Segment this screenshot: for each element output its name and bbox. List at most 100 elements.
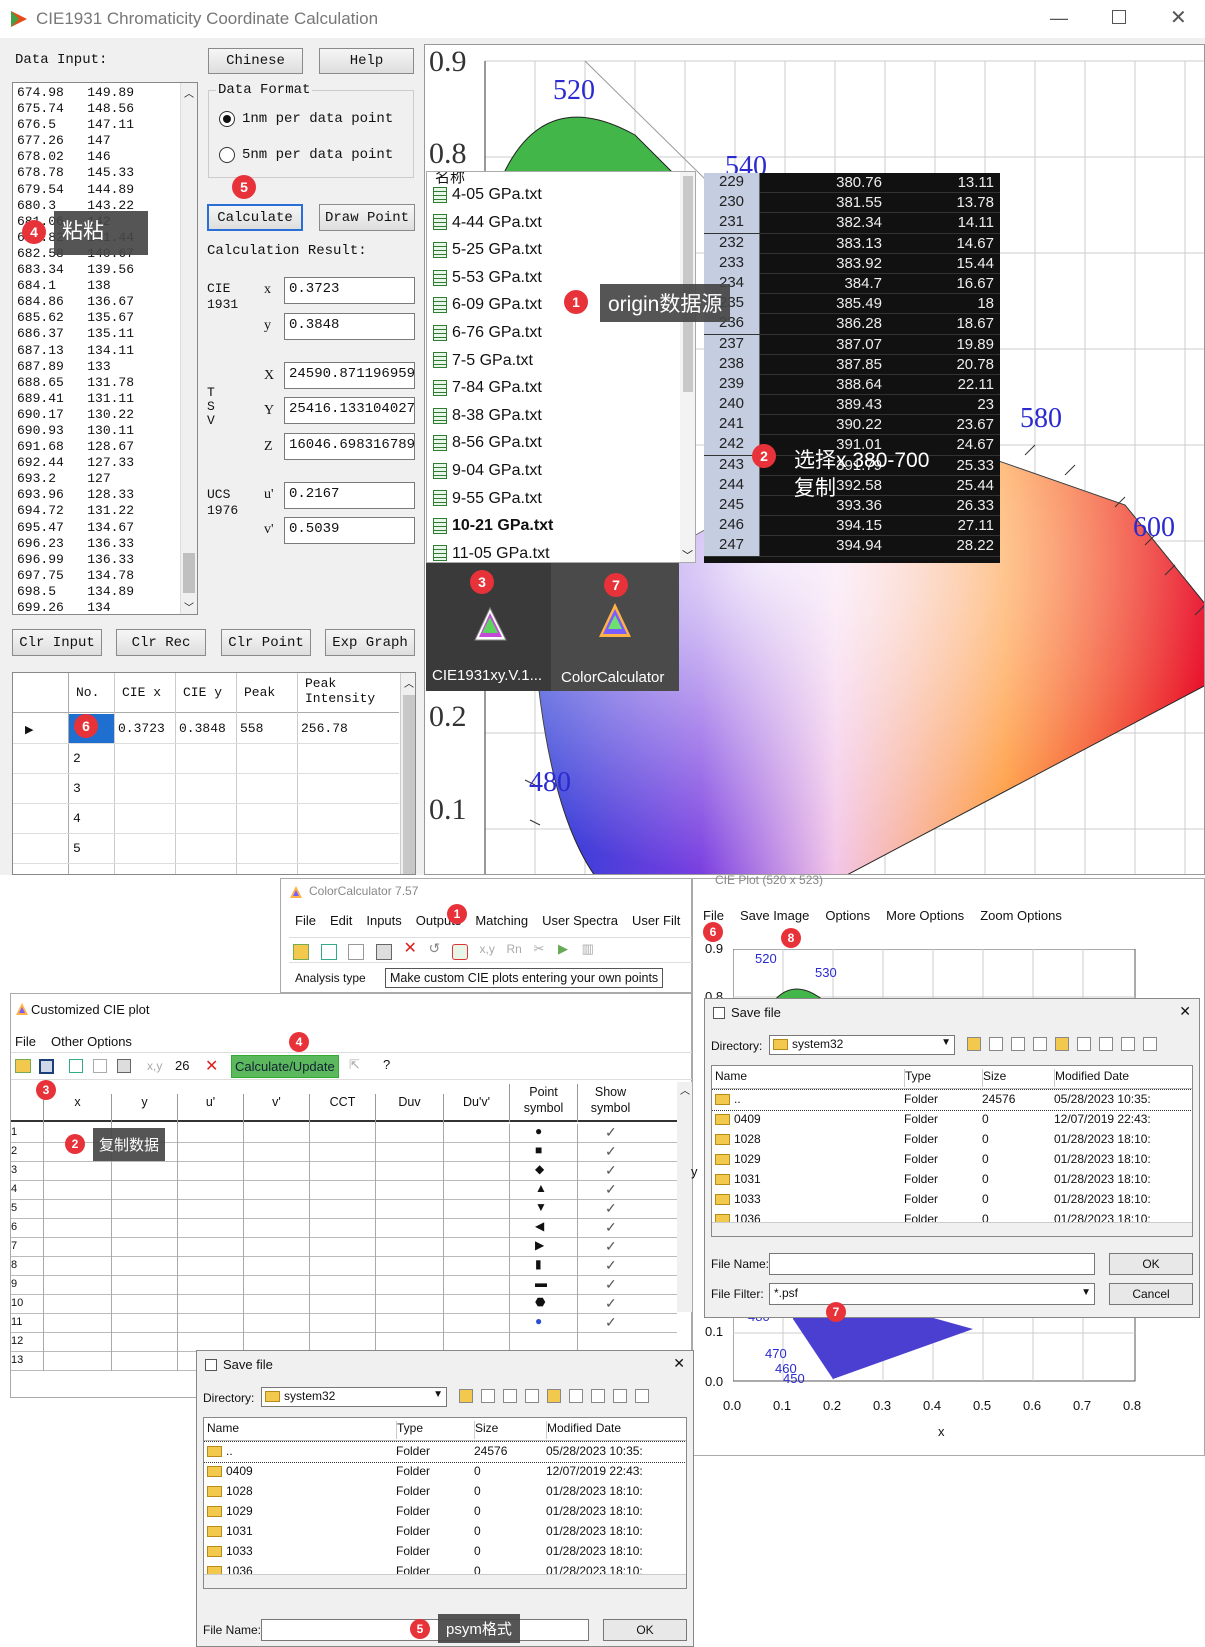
file-item[interactable]: 7-84 GPa.txt xyxy=(433,379,678,407)
tsv-z-field[interactable]: 16046.6983167893 xyxy=(284,433,415,460)
point-symbol[interactable]: ▶ xyxy=(535,1238,544,1252)
scrollbar[interactable]: ︿ ﹀ xyxy=(180,83,197,614)
cie-x-field[interactable]: 0.3723 xyxy=(284,277,415,304)
chevron-up-icon[interactable]: ︿ xyxy=(680,1082,690,1097)
file-list-scrollbar[interactable]: ﹀ xyxy=(680,172,695,562)
copy-icon[interactable] xyxy=(348,943,365,960)
file-col-header[interactable]: Modified Date xyxy=(547,1421,686,1439)
up-folder-icon[interactable] xyxy=(967,1037,981,1051)
show-symbol-check-icon[interactable]: ✓ xyxy=(605,1295,617,1312)
maximize-icon[interactable] xyxy=(1112,10,1126,24)
folder-row[interactable]: 1033 Folder 0 01/28/2023 18:10: xyxy=(712,1190,1192,1210)
copy-icon[interactable] xyxy=(93,1059,107,1073)
point-symbol[interactable]: ◆ xyxy=(535,1162,544,1176)
list-view-icon[interactable] xyxy=(1077,1037,1091,1051)
grid-row[interactable]: 3 ◆ ✓ xyxy=(11,1162,677,1181)
cieplot-menu-item[interactable]: Save Image xyxy=(740,908,809,923)
grid-row[interactable]: 8 ▮ ✓ xyxy=(11,1257,677,1276)
file-item[interactable]: 8-56 GPa.txt xyxy=(433,434,678,462)
file-item[interactable]: 10-21 GPa.txt xyxy=(433,517,678,545)
tb-xy-custom[interactable]: x,y xyxy=(147,1059,162,1073)
delete-icon[interactable] xyxy=(1143,1037,1157,1051)
undo-icon[interactable]: ↺ xyxy=(429,940,441,956)
file-item[interactable]: 5-25 GPa.txt xyxy=(433,241,678,269)
show-symbol-check-icon[interactable]: ✓ xyxy=(605,1238,617,1255)
file-col-header[interactable]: Type xyxy=(905,1069,983,1087)
cieplot-menu-item[interactable]: Options xyxy=(825,908,870,923)
tb-xy[interactable]: x,y xyxy=(480,942,495,956)
file-item[interactable]: 11-05 GPa.txt xyxy=(433,545,678,562)
chinese-button[interactable]: Chinese xyxy=(208,48,303,74)
ucs-u-field[interactable]: 0.2167 xyxy=(284,482,415,509)
sort-icon[interactable] xyxy=(591,1389,605,1403)
open-folder-icon[interactable] xyxy=(293,943,309,960)
cc-menu-item[interactable]: File xyxy=(295,913,316,928)
delete-icon[interactable]: ✕ xyxy=(205,1056,218,1076)
cc-menu-item[interactable]: Edit xyxy=(330,913,352,928)
point-symbol[interactable]: ● xyxy=(535,1124,542,1138)
file-item[interactable]: 6-76 GPa.txt xyxy=(433,324,678,352)
minimize-icon[interactable]: — xyxy=(1050,8,1068,29)
cieplot-menu-item[interactable]: File xyxy=(703,908,724,923)
close-icon[interactable]: ✕ xyxy=(1170,5,1187,30)
file-item[interactable]: 4-05 GPa.txt xyxy=(433,186,678,214)
menu-file[interactable]: File xyxy=(15,1034,36,1049)
calculate-update-button[interactable]: Calculate/Update xyxy=(231,1055,339,1078)
pointer-icon[interactable]: ⇱ xyxy=(349,1057,360,1073)
file-item[interactable]: 7-5 GPa.txt xyxy=(433,352,678,380)
ok-button[interactable]: OK xyxy=(603,1619,687,1641)
cancel-button[interactable]: Cancel xyxy=(1109,1283,1193,1305)
folder-row[interactable]: 0409 Folder 0 12/07/2019 22:43: xyxy=(712,1110,1192,1130)
chevron-down-icon[interactable]: ▼ xyxy=(1081,1287,1091,1298)
file-item[interactable]: 9-04 GPa.txt xyxy=(433,462,678,490)
chevron-down-icon[interactable]: ﹀ xyxy=(184,599,194,614)
file-col-header[interactable]: Name xyxy=(715,1069,905,1087)
draw-point-button[interactable]: Draw Point xyxy=(319,204,415,231)
grid-row[interactable]: 9 ▬ ✓ xyxy=(11,1276,677,1295)
show-symbol-check-icon[interactable]: ✓ xyxy=(605,1143,617,1160)
sheet-row[interactable]: 246 394.15 27.11 xyxy=(704,516,1000,537)
grid-row[interactable]: 5 ▼ ✓ xyxy=(11,1200,677,1219)
sheet-row[interactable]: 238 387.85 20.78 xyxy=(704,354,1000,375)
sheet-row[interactable]: 233 383.92 15.44 xyxy=(704,253,1000,274)
cieplot-menu-item[interactable]: More Options xyxy=(886,908,964,923)
up-folder-icon[interactable] xyxy=(459,1389,473,1403)
clr-rec-button[interactable]: Clr Rec xyxy=(116,629,206,656)
chevron-up-icon[interactable]: ︿ xyxy=(184,85,194,100)
show-symbol-check-icon[interactable]: ✓ xyxy=(605,1314,617,1331)
sheet-row[interactable]: 235 385.49 18 xyxy=(704,294,1000,315)
radio-1nm[interactable] xyxy=(219,111,235,127)
cc-menu-item[interactable]: Inputs xyxy=(366,913,401,928)
grid-row[interactable]: 4 ▲ ✓ xyxy=(11,1181,677,1200)
show-symbol-check-icon[interactable]: ✓ xyxy=(605,1276,617,1293)
grid-row[interactable]: 10 ⬣ ✓ xyxy=(11,1295,677,1314)
grid-row[interactable]: 6 ◀ ✓ xyxy=(11,1219,677,1238)
grid-row[interactable]: 11 ● ✓ xyxy=(11,1314,677,1333)
clr-point-button[interactable]: Clr Point xyxy=(221,629,311,656)
clr-input-button[interactable]: Clr Input xyxy=(12,629,102,656)
chevron-up-icon[interactable]: ︿ xyxy=(404,675,414,690)
folder-row[interactable]: .. Folder 24576 05/28/2023 10:35: xyxy=(712,1089,1192,1111)
paste-icon[interactable] xyxy=(117,1059,131,1073)
cieplot-menu-item[interactable]: Zoom Options xyxy=(980,908,1062,923)
folder-row[interactable]: 1029 Folder 0 01/28/2023 18:10: xyxy=(204,1502,686,1522)
show-symbol-check-icon[interactable]: ✓ xyxy=(605,1200,617,1217)
horizontal-scrollbar[interactable] xyxy=(712,1222,1192,1236)
folder-row[interactable]: 1031 Folder 0 01/28/2023 18:10: xyxy=(204,1522,686,1542)
close-icon[interactable]: ✕ xyxy=(673,1355,685,1372)
sheet-row[interactable]: 239 388.64 22.11 xyxy=(704,374,1000,396)
help-icon[interactable]: ? xyxy=(383,1057,390,1072)
home-icon[interactable] xyxy=(989,1037,1003,1051)
cie-plot-icon[interactable] xyxy=(451,943,468,960)
detail-view-icon[interactable] xyxy=(1121,1037,1135,1051)
sheet-row[interactable]: 232 383.13 14.67 xyxy=(704,233,1000,254)
tool-icon[interactable] xyxy=(1011,1037,1025,1051)
ok-button[interactable]: OK xyxy=(1109,1253,1193,1275)
close-icon[interactable]: ✕ xyxy=(1179,1003,1191,1020)
sheet-row[interactable]: 231 382.34 14.11 xyxy=(704,213,1000,234)
data-input-textarea[interactable]: 674.98 149.89 675.74 148.56 676.5 147.11 67… xyxy=(12,82,198,615)
paste-icon[interactable] xyxy=(375,943,392,960)
tool-icon[interactable]: ✂ xyxy=(533,941,544,956)
file-col-header[interactable]: Modified Date xyxy=(1055,1069,1192,1087)
cc-menu-item[interactable]: User Filt xyxy=(632,913,680,928)
